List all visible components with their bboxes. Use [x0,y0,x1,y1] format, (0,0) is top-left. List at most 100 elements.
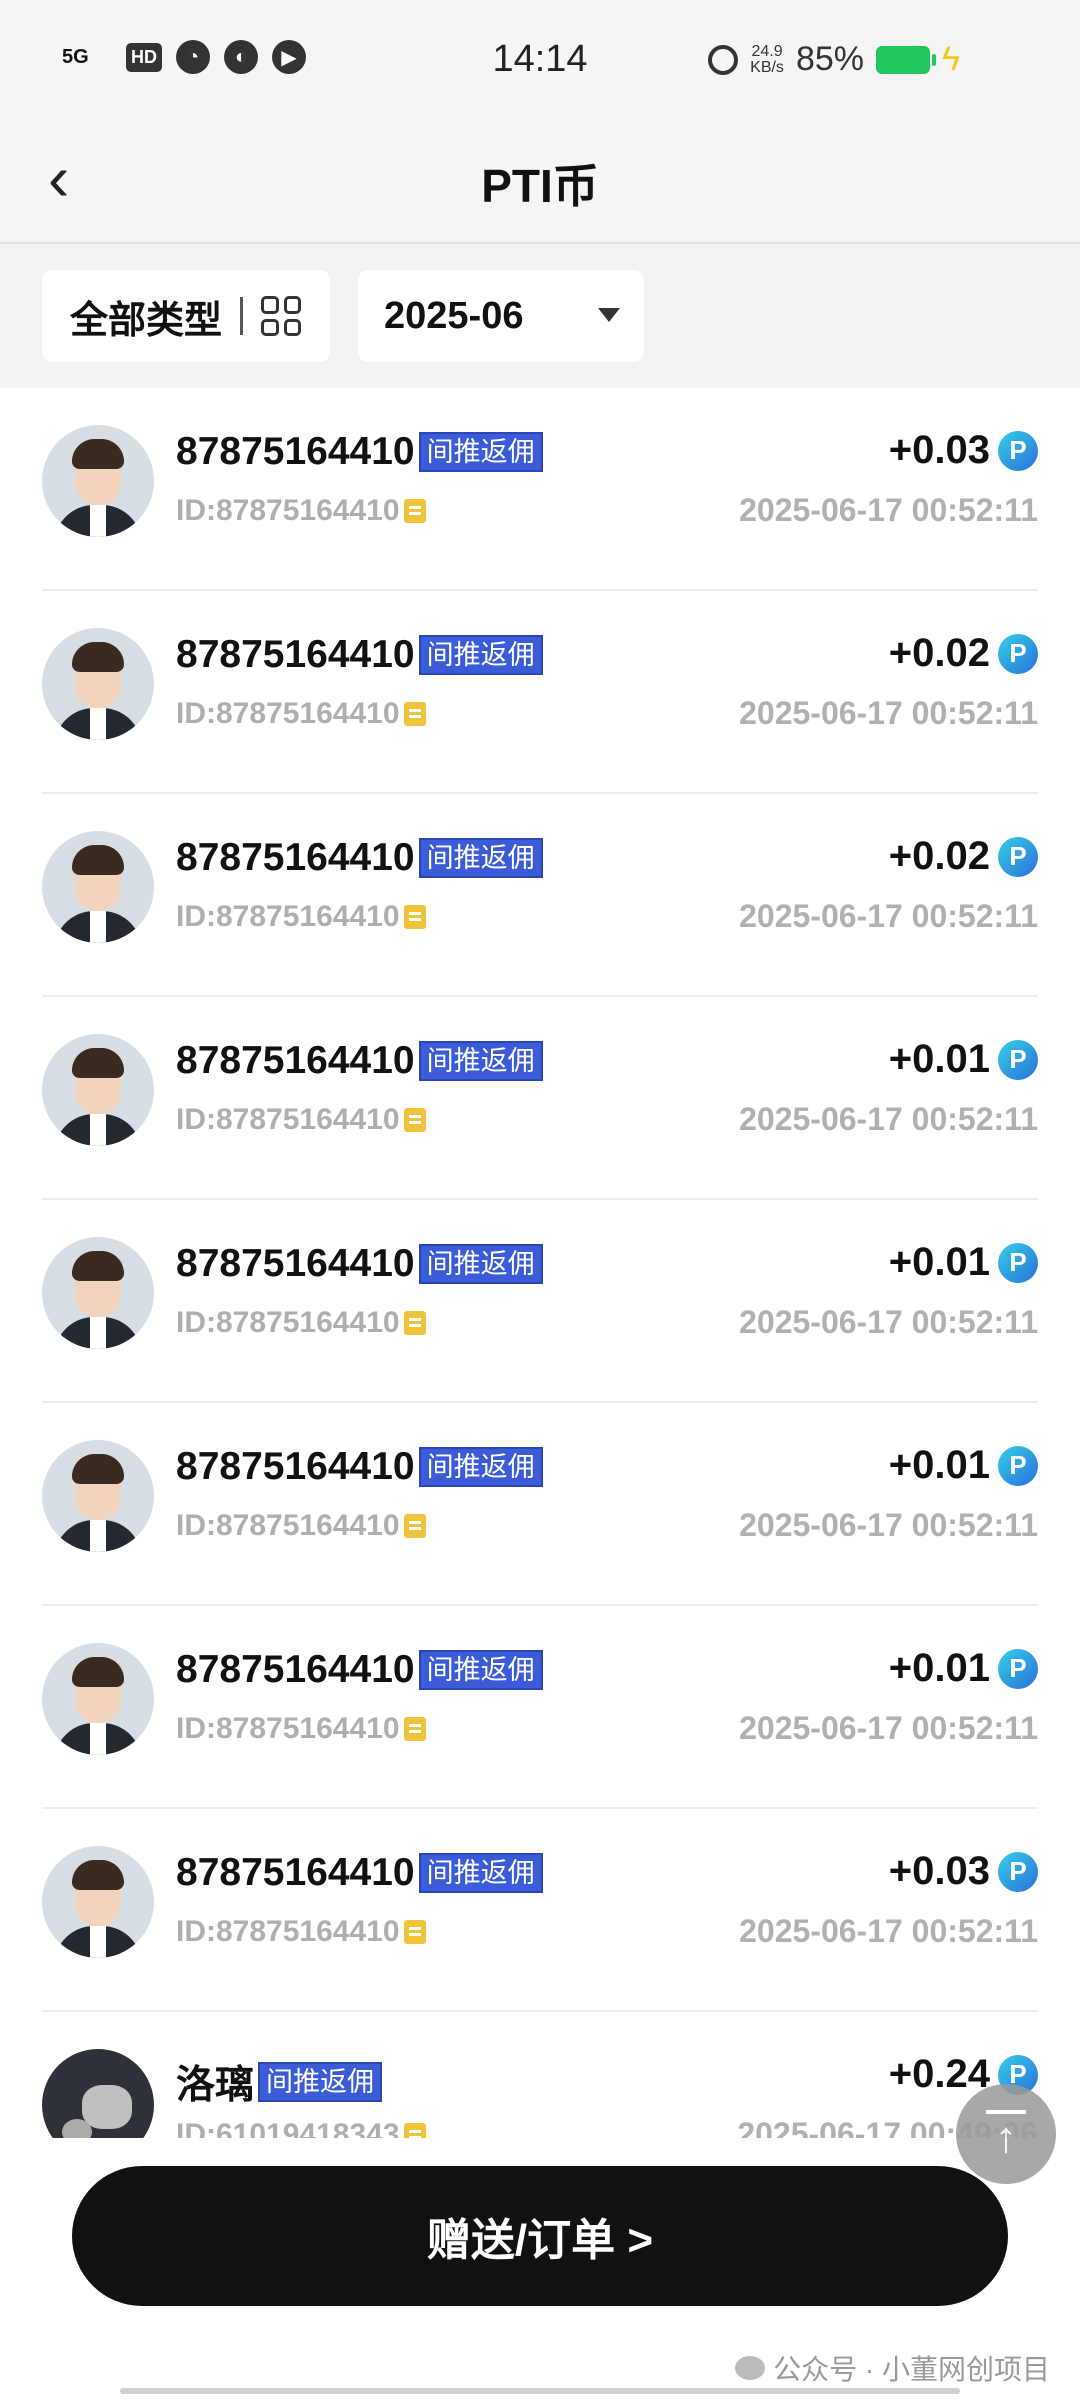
user-id: ID:61019418343 [176,2118,400,2138]
timestamp: 2025-06-17 00:52:11 [739,898,1038,934]
speed-value: 24.9 [751,42,783,60]
status-right: 24.9 KB/s 85% ϟ [708,40,960,79]
commission-tag: 间推返佣 [418,1853,543,1893]
coin-icon: P [998,1851,1038,1892]
user-name: 87875164410 [176,836,415,879]
record-row[interactable]: 87875164410 间推返佣 ID:87875164410 +0.02 P 20… [42,794,1038,997]
commission-tag: 间推返佣 [418,1244,543,1284]
gift-order-button[interactable]: 赠送/订单 > [72,2166,1008,2306]
commission-tag: 间推返佣 [418,432,543,472]
user-name: 87875164410 [176,633,415,676]
avatar [42,831,154,943]
copy-icon[interactable] [403,905,426,929]
copy-icon[interactable] [403,1514,426,1538]
timestamp: 2025-06-17 00:52:11 [739,1913,1038,1949]
battery-icon [876,45,936,74]
network-speed: 24.9 KB/s [750,42,784,76]
bottom-bar: 赠送/订单 > 公众号 · 小董网创项目 [0,2138,1080,2400]
watermark: 公众号 · 小董网创项目 [735,2348,1050,2388]
record-row[interactable]: 87875164410 间推返佣 ID:87875164410 +0.01 P 20… [42,997,1038,1200]
commission-tag: 间推返佣 [418,635,543,675]
type-filter-button[interactable]: 全部类型 [42,270,330,362]
coin-icon: P [998,1445,1038,1486]
amount: +0.03 [888,428,990,472]
user-name: 87875164410 [176,1851,415,1894]
coin-icon: P [998,1648,1038,1689]
user-id: ID:87875164410 [176,1306,400,1339]
amount: +0.01 [888,1443,990,1487]
user-name: 洛璃 [176,2064,255,2107]
copy-icon[interactable] [403,1108,426,1132]
record-row[interactable]: 洛璃 间推返佣 ID:61019418343 +0.24 P 2025-06-17 … [42,2012,1038,2138]
avatar [42,2049,154,2138]
record-row[interactable]: 87875164410 间推返佣 ID:87875164410 +0.01 P 20… [42,1403,1038,1606]
timestamp: 2025-06-17 00:52:11 [739,695,1038,731]
coin-icon: P [998,1242,1038,1283]
user-id: ID:87875164410 [176,1103,400,1136]
amount: +0.01 [888,1037,990,1081]
timestamp: 2025-06-17 00:52:11 [739,1507,1038,1543]
user-id: ID:87875164410 [176,494,400,527]
user-id: ID:87875164410 [176,1712,400,1745]
copy-icon[interactable] [403,2123,426,2138]
wechat-icon [735,2356,766,2380]
copy-icon[interactable] [403,1717,426,1741]
amount: +0.01 [888,1646,990,1690]
grid-icon [261,296,302,336]
caret-down-icon [598,308,620,322]
copy-icon[interactable] [403,499,426,523]
amount: +0.02 [888,631,990,675]
record-list[interactable]: 87875164410 间推返佣 ID:87875164410 +0.03 P 20… [0,388,1080,2138]
scroll-to-top-button[interactable]: ↑ [956,2084,1056,2184]
user-name: 87875164410 [176,1445,415,1488]
home-indicator [120,2388,960,2394]
user-id: ID:87875164410 [176,1915,400,1948]
nav-bar: ‹ PTI币 [0,124,1080,244]
battery-percent: 85% [795,40,864,78]
avatar [42,1846,154,1958]
copy-icon[interactable] [403,702,426,726]
coin-icon: P [998,1039,1038,1080]
copy-icon[interactable] [403,1920,426,1944]
charging-icon: ϟ [942,40,960,78]
avatar [42,1237,154,1349]
month-filter-dropdown[interactable]: 2025-06 [358,270,644,362]
divider [240,297,244,335]
page-title: PTI币 [481,160,599,212]
timestamp: 2025-06-17 00:52:11 [739,1101,1038,1137]
amount: +0.02 [888,834,990,878]
avatar [42,1440,154,1552]
user-id: ID:87875164410 [176,900,400,933]
user-name: 87875164410 [176,1648,415,1691]
amount: +0.03 [888,1849,990,1893]
record-row[interactable]: 87875164410 间推返佣 ID:87875164410 +0.03 P 20… [42,388,1038,591]
record-row[interactable]: 87875164410 间推返佣 ID:87875164410 +0.03 P 20… [42,1809,1038,2012]
month-filter-label: 2025-06 [384,294,524,337]
status-bar: 5G HD ◔ ◐ ▶ 14:14 24.9 KB/s 85% ϟ [0,0,1080,124]
avatar [42,425,154,537]
coin-icon: P [998,430,1038,471]
timestamp: 2025-06-17 00:52:11 [739,1710,1038,1746]
watermark-text: 公众号 · 小董网创项目 [773,2354,1050,2385]
alarm-icon [708,44,739,75]
timestamp: 2025-06-17 00:52:11 [739,1304,1038,1340]
user-name: 87875164410 [176,1242,415,1285]
copy-icon[interactable] [403,1311,426,1335]
timestamp: 2025-06-17 00:52:11 [739,492,1038,528]
record-row[interactable]: 87875164410 间推返佣 ID:87875164410 +0.02 P 20… [42,591,1038,794]
avatar [42,1643,154,1755]
user-id: ID:87875164410 [176,697,400,730]
user-name: 87875164410 [176,430,415,473]
commission-tag: 间推返佣 [418,1447,543,1487]
amount: +0.24 [888,2052,990,2096]
commission-tag: 间推返佣 [258,2062,383,2102]
user-name: 87875164410 [176,1039,415,1082]
filter-bar: 全部类型 2025-06 [0,244,1080,388]
avatar [42,628,154,740]
commission-tag: 间推返佣 [418,1650,543,1690]
arrow-up-icon: ↑ [995,2113,1017,2162]
user-id: ID:87875164410 [176,1509,400,1542]
type-filter-label: 全部类型 [70,299,223,342]
record-row[interactable]: 87875164410 间推返佣 ID:87875164410 +0.01 P 20… [42,1200,1038,1403]
record-row[interactable]: 87875164410 间推返佣 ID:87875164410 +0.01 P 20… [42,1606,1038,1809]
